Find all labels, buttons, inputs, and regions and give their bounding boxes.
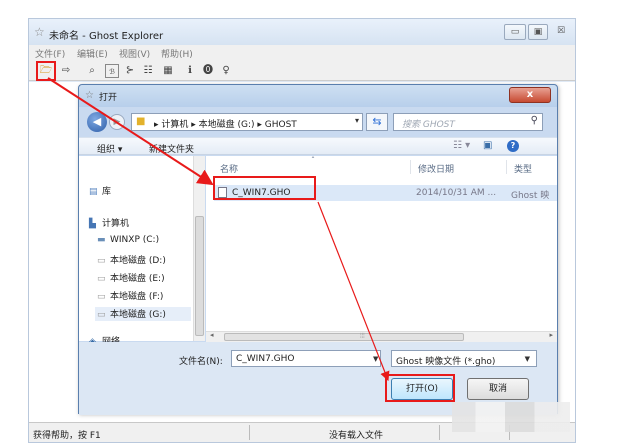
annotation-arrows bbox=[47, 77, 390, 382]
watermark-blur bbox=[452, 402, 570, 432]
arrow-to-file bbox=[47, 77, 214, 186]
arrow-to-open-button bbox=[317, 201, 390, 382]
